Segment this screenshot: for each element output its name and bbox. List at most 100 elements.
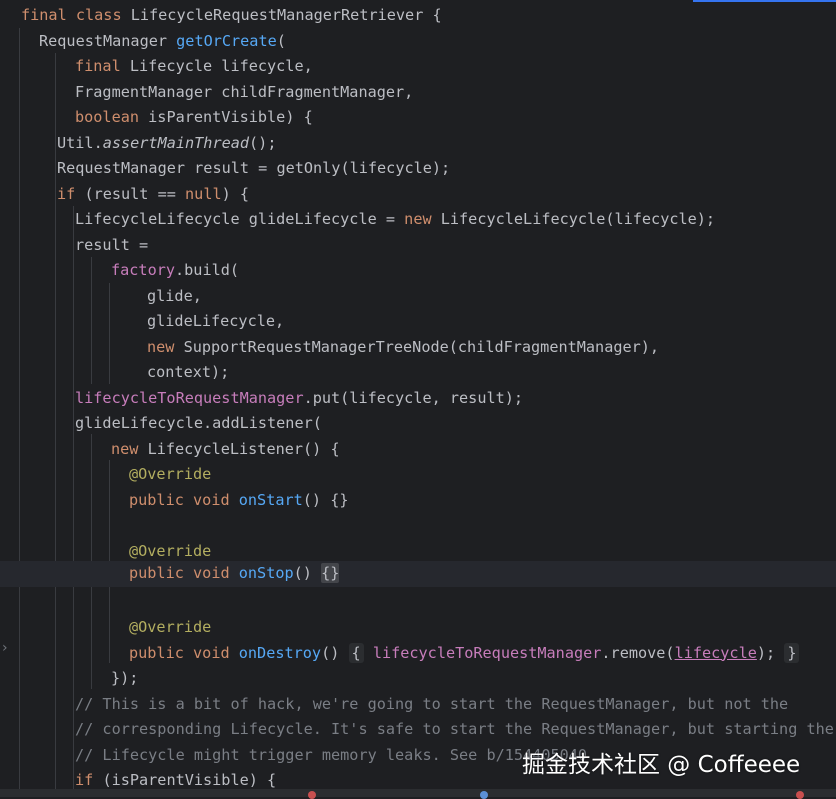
code-token: if: [57, 184, 76, 203]
status-bar: [0, 789, 836, 799]
code-token: ();: [249, 133, 277, 152]
code-token: Util.: [57, 133, 103, 152]
code-line: @Override: [0, 462, 836, 488]
code-token: glideLifecycle,: [147, 312, 285, 330]
code-line: new LifecycleListener() {: [0, 437, 836, 463]
code-line: glideLifecycle.addListener(: [0, 411, 836, 437]
code-token: (isParentVisible) {: [93, 771, 277, 789]
code-token: .build(: [175, 261, 240, 279]
code-token: glide,: [147, 286, 202, 305]
code-token: Lifecycle lifecycle,: [120, 57, 313, 75]
code-comment: // Lifecycle might trigger memory leaks.…: [75, 745, 588, 764]
code-token: LifecycleLifecycle glideLifecycle =: [75, 210, 405, 228]
code-token: new: [111, 439, 139, 458]
code-token: (result ==: [75, 184, 186, 203]
code-line: if (result == null) {: [0, 182, 836, 208]
folded-block-end[interactable]: }: [784, 642, 800, 663]
code-token: onStart: [238, 490, 303, 509]
code-token: assertMainThread: [102, 133, 250, 152]
code-token: () {}: [302, 490, 349, 509]
code-line: context);: [0, 360, 836, 386]
code-line: boolean isParentVisible) {: [0, 105, 836, 131]
code-token: (): [293, 564, 322, 582]
code-token: lifecycleToRequestManager: [372, 643, 602, 662]
code-token: @Override: [129, 541, 212, 560]
code-token: context);: [147, 363, 230, 381]
code-token: result =: [75, 235, 149, 254]
code-token: new: [147, 337, 175, 356]
code-line: RequestManager getOrCreate(: [0, 29, 836, 55]
code-line: factory.build(: [0, 258, 836, 284]
code-token: @Override: [129, 465, 212, 483]
matched-brace-highlight: {}: [321, 563, 340, 583]
code-token: if: [75, 771, 94, 789]
code-token: LifecycleRequestManagerRetriever {: [121, 6, 442, 24]
code-line: public void onStart() {}: [0, 488, 836, 514]
code-token: LifecycleLifecycle(lifecycle);: [431, 210, 716, 228]
code-token: );: [756, 643, 776, 662]
watermark: 掘金技术社区 @ Coffeeee: [522, 752, 801, 778]
code-line: Util.assertMainThread();: [0, 131, 836, 157]
code-token: public: [129, 490, 184, 509]
code-token: glideLifecycle.addListener(: [75, 414, 322, 432]
code-token: LifecycleListener() {: [138, 439, 340, 458]
code-line: @Override: [0, 615, 836, 641]
code-token: ) {: [221, 184, 250, 203]
code-line: // This is a bit of hack, we're going to…: [0, 692, 836, 718]
code-token: });: [111, 669, 139, 687]
code-editor[interactable]: › final class LifecycleRequestManagerRet…: [0, 0, 836, 789]
code-token: onDestroy: [238, 643, 322, 662]
code-token: getOrCreate: [176, 31, 277, 50]
code-token: boolean: [75, 108, 140, 126]
code-line: LifecycleLifecycle glideLifecycle = new …: [0, 207, 836, 233]
code-token: final: [21, 6, 67, 24]
code-token: FragmentManager childFragmentManager,: [75, 82, 414, 101]
code-line: public void onDestroy() { lifecycleToReq…: [0, 641, 836, 667]
code-comment: // corresponding Lifecycle. It's safe to…: [75, 720, 834, 738]
code-line: RequestManager result = getOnly(lifecycl…: [0, 156, 836, 182]
code-token: (): [321, 643, 349, 662]
code-line: });: [0, 666, 836, 692]
code-token: .remove(: [601, 643, 675, 662]
code-token: public: [129, 564, 184, 582]
status-indicator-icon: [796, 791, 804, 799]
current-code-line: public void onStop() {}: [0, 561, 836, 587]
code-token: void: [193, 564, 230, 582]
code-token: .put(lifecycle, result);: [303, 388, 524, 407]
code-token: public: [129, 643, 184, 662]
code-line: new SupportRequestManagerTreeNode(childF…: [0, 335, 836, 361]
code-token: lifecycleToRequestManager: [75, 388, 304, 407]
status-indicator-icon: [480, 791, 488, 799]
code-token: class: [75, 6, 122, 24]
code-token: final: [75, 57, 121, 75]
code-comment: // This is a bit of hack, we're going to…: [75, 694, 789, 713]
code-line: // corresponding Lifecycle. It's safe to…: [0, 717, 836, 743]
scroll-position-indicator: [693, 0, 836, 2]
code-token: onStop: [238, 564, 294, 582]
code-token: RequestManager result = getOnly(lifecycl…: [57, 159, 451, 177]
code-token: void: [193, 490, 230, 509]
code-token: RequestManager: [39, 31, 177, 50]
code-line: lifecycleToRequestManager.put(lifecycle,…: [0, 386, 836, 412]
code-token: new: [404, 210, 432, 228]
code-token: @Override: [129, 618, 212, 636]
code-line: FragmentManager childFragmentManager,: [0, 80, 836, 106]
code-token: null: [185, 184, 222, 203]
code-line: glideLifecycle,: [0, 309, 836, 335]
code-token: (: [276, 31, 286, 50]
code-token: factory: [111, 261, 176, 279]
code-line: final Lifecycle lifecycle,: [0, 54, 836, 80]
folded-block-start[interactable]: {: [348, 642, 364, 663]
code-token: lifecycle: [674, 643, 757, 662]
code-token: SupportRequestManagerTreeNode(childFragm…: [174, 337, 660, 356]
code-line: result =: [0, 233, 836, 259]
code-token: isParentVisible) {: [139, 108, 313, 126]
